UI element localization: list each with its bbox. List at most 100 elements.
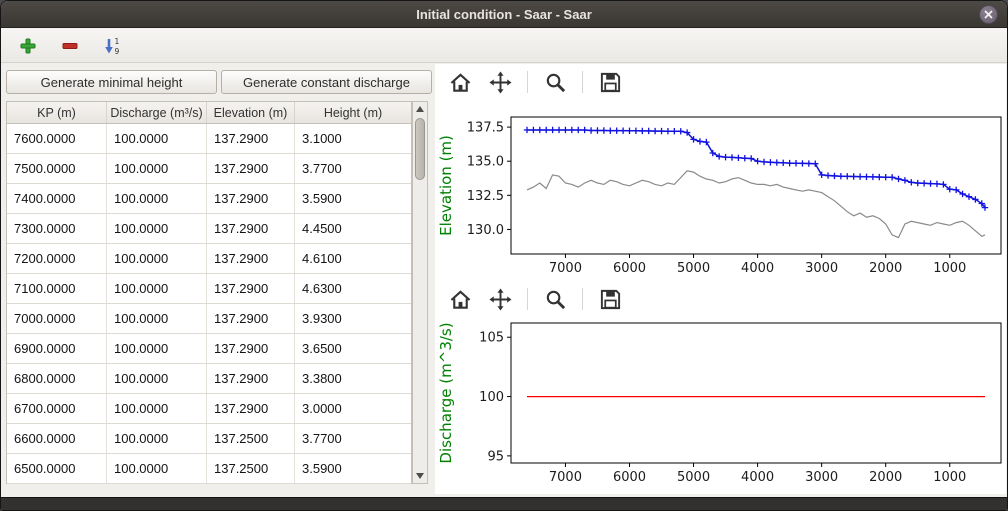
table-cell[interactable]: 100.0000: [107, 124, 207, 153]
generate-minimal-height-button[interactable]: Generate minimal height: [6, 70, 217, 94]
zoom-icon: [544, 71, 567, 94]
table-cell[interactable]: 3.7700: [295, 154, 411, 183]
home-button[interactable]: [447, 69, 473, 95]
table-row[interactable]: 6800.0000100.0000137.29003.3800: [7, 364, 411, 394]
y-axis-label: Discharge (m^3/s): [437, 322, 455, 463]
table-header-row: KP (m)Discharge (m³/s)Elevation (m)Heigh…: [7, 102, 411, 124]
table-row[interactable]: 6900.0000100.0000137.29003.6500: [7, 334, 411, 364]
titlebar[interactable]: Initial condition - Saar - Saar: [1, 1, 1007, 28]
x-tick-label: 5000: [677, 261, 710, 276]
table-row[interactable]: 6600.0000100.0000137.25003.7700: [7, 424, 411, 454]
table-cell[interactable]: 137.2500: [207, 454, 295, 483]
table-cell[interactable]: 137.2900: [207, 154, 295, 183]
table-cell[interactable]: 3.0000: [295, 394, 411, 423]
table-cell[interactable]: 6700.0000: [7, 394, 107, 423]
sort-ascending-icon: 1 9: [102, 36, 122, 56]
column-header[interactable]: Elevation (m): [207, 102, 295, 123]
generate-constant-discharge-button[interactable]: Generate constant discharge: [221, 70, 432, 94]
table-cell[interactable]: 3.3800: [295, 364, 411, 393]
x-tick-label: 6000: [613, 261, 646, 276]
table-cell[interactable]: 100.0000: [107, 454, 207, 483]
plot-area[interactable]: [511, 323, 1001, 463]
table-cell[interactable]: 7600.0000: [7, 124, 107, 153]
pan-button[interactable]: [487, 286, 513, 312]
elevation-chart[interactable]: 7000600050004000300020001000137.5135.013…: [435, 101, 1006, 281]
table-row[interactable]: 6700.0000100.0000137.29003.0000: [7, 394, 411, 424]
table-cell[interactable]: 137.2900: [207, 334, 295, 363]
column-header[interactable]: KP (m): [7, 102, 107, 123]
table-row[interactable]: 7600.0000100.0000137.29003.1000: [7, 124, 411, 154]
plot-area[interactable]: [511, 117, 1001, 254]
table-cell[interactable]: 6800.0000: [7, 364, 107, 393]
window-title: Initial condition - Saar - Saar: [416, 7, 592, 22]
table-cell[interactable]: 137.2900: [207, 244, 295, 273]
table-cell[interactable]: 137.2500: [207, 424, 295, 453]
scrollbar-thumb[interactable]: [415, 118, 425, 180]
y-tick-label: 130.0: [467, 223, 504, 238]
table-cell[interactable]: 7200.0000: [7, 244, 107, 273]
home-button[interactable]: [447, 286, 473, 312]
table-row[interactable]: 7500.0000100.0000137.29003.7700: [7, 154, 411, 184]
table-cell[interactable]: 137.2900: [207, 304, 295, 333]
table-cell[interactable]: 100.0000: [107, 424, 207, 453]
table-cell[interactable]: 7400.0000: [7, 184, 107, 213]
save-icon: [599, 288, 622, 311]
table-row[interactable]: 7200.0000100.0000137.29004.6100: [7, 244, 411, 274]
table-row[interactable]: 7100.0000100.0000137.29004.6300: [7, 274, 411, 304]
table-row[interactable]: 7000.0000100.0000137.29003.9300: [7, 304, 411, 334]
pan-button[interactable]: [487, 69, 513, 95]
table-cell[interactable]: 6500.0000: [7, 454, 107, 483]
column-header[interactable]: Discharge (m³/s): [107, 102, 207, 123]
table-row[interactable]: 6500.0000100.0000137.25003.5900: [7, 454, 411, 484]
table-cell[interactable]: 100.0000: [107, 334, 207, 363]
scroll-down-button[interactable]: [413, 469, 427, 483]
table-cell[interactable]: 3.7700: [295, 424, 411, 453]
table-cell[interactable]: 100.0000: [107, 214, 207, 243]
table-cell[interactable]: 4.4500: [295, 214, 411, 243]
table-cell[interactable]: 7500.0000: [7, 154, 107, 183]
table-scrollbar[interactable]: [412, 101, 428, 484]
table-cell[interactable]: 100.0000: [107, 394, 207, 423]
table-cell[interactable]: 3.9300: [295, 304, 411, 333]
save-button[interactable]: [597, 69, 623, 95]
table-cell[interactable]: 100.0000: [107, 274, 207, 303]
table-cell[interactable]: 137.2900: [207, 184, 295, 213]
sort-button[interactable]: 1 9: [99, 33, 125, 59]
add-row-button[interactable]: [15, 33, 41, 59]
discharge-chart[interactable]: 700060005000400030002000100010510095Disc…: [435, 313, 1006, 489]
save-button[interactable]: [597, 286, 623, 312]
table-cell[interactable]: 100.0000: [107, 244, 207, 273]
elevation-plot-toolbar: [435, 67, 623, 97]
zoom-button[interactable]: [542, 69, 568, 95]
table-cell[interactable]: 137.2900: [207, 274, 295, 303]
table-cell[interactable]: 100.0000: [107, 184, 207, 213]
table-cell[interactable]: 3.5900: [295, 184, 411, 213]
remove-row-button[interactable]: [57, 33, 83, 59]
table-cell[interactable]: 7100.0000: [7, 274, 107, 303]
column-header[interactable]: Height (m): [295, 102, 411, 123]
table-cell[interactable]: 3.5900: [295, 454, 411, 483]
table-cell[interactable]: 7300.0000: [7, 214, 107, 243]
table-row[interactable]: 7400.0000100.0000137.29003.5900: [7, 184, 411, 214]
table-cell[interactable]: 100.0000: [107, 304, 207, 333]
table-cell[interactable]: 3.6500: [295, 334, 411, 363]
table-cell[interactable]: 137.2900: [207, 124, 295, 153]
table-cell[interactable]: 100.0000: [107, 364, 207, 393]
table-cell[interactable]: 137.2900: [207, 214, 295, 243]
x-tick-label: 7000: [549, 470, 582, 485]
table-cell[interactable]: 4.6300: [295, 274, 411, 303]
table-row[interactable]: 7300.0000100.0000137.29004.4500: [7, 214, 411, 244]
table-cell[interactable]: 4.6100: [295, 244, 411, 273]
zoom-button[interactable]: [542, 286, 568, 312]
table-cell[interactable]: 3.1000: [295, 124, 411, 153]
table-cell[interactable]: 7000.0000: [7, 304, 107, 333]
table-cell[interactable]: 6900.0000: [7, 334, 107, 363]
table-body: 7600.0000100.0000137.29003.10007500.0000…: [7, 124, 411, 484]
x-tick-label: 7000: [549, 261, 582, 276]
table-cell[interactable]: 137.2900: [207, 364, 295, 393]
table-cell[interactable]: 6600.0000: [7, 424, 107, 453]
table-cell[interactable]: 100.0000: [107, 154, 207, 183]
close-button[interactable]: [979, 5, 998, 24]
scroll-up-button[interactable]: [413, 102, 427, 116]
table-cell[interactable]: 137.2900: [207, 394, 295, 423]
